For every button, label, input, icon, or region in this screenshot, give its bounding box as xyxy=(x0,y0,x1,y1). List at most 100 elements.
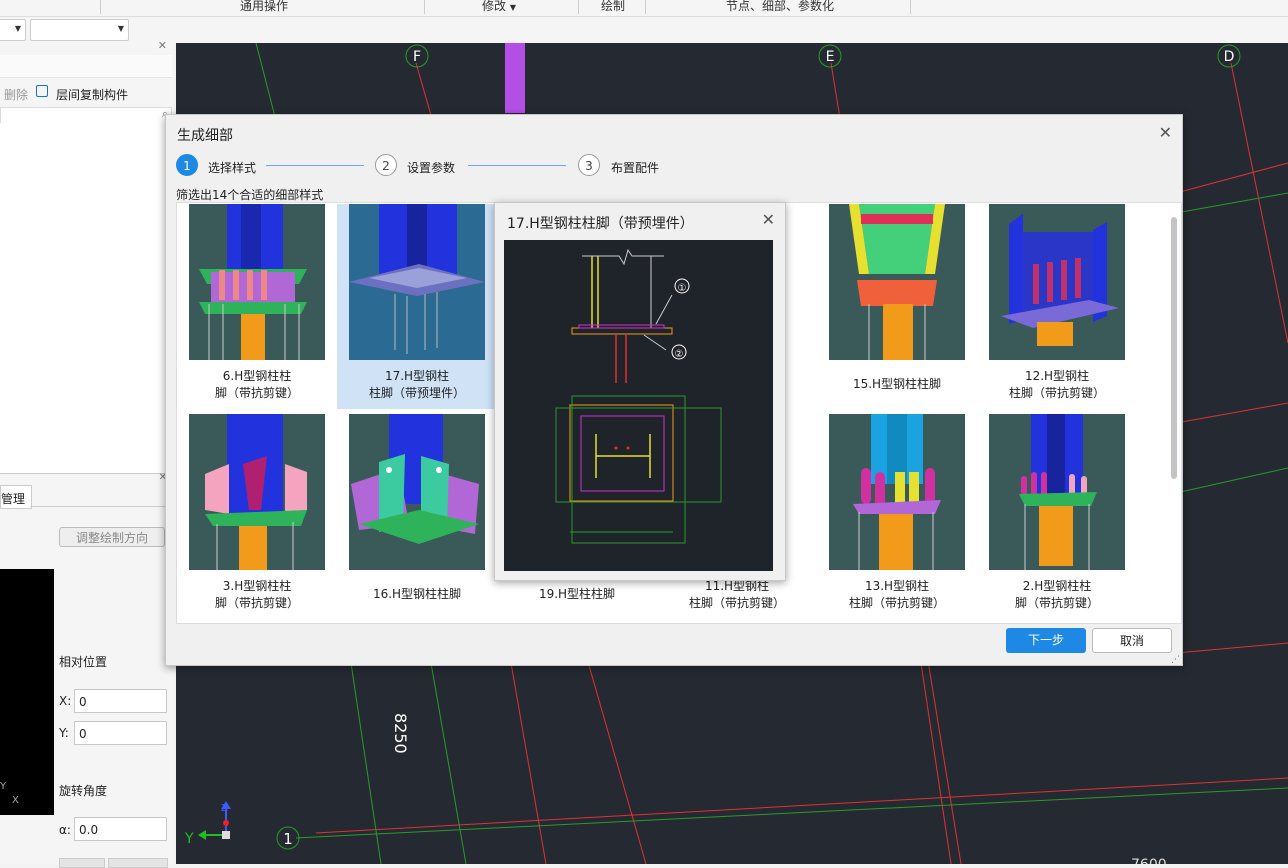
property-combo-row: ▼ ▼ xyxy=(0,17,1288,43)
ribbon-group-modify[interactable]: 修改 ▼ xyxy=(482,0,516,14)
style-card-label: 11.H型钢柱 柱脚（带抗剪键） xyxy=(657,578,817,612)
close-icon[interactable]: ✕ xyxy=(1159,123,1172,142)
style-card-line1: 16.H型钢柱柱脚 xyxy=(372,587,462,601)
type-select[interactable]: ▼ xyxy=(30,19,129,41)
style-card-label: 13.H型钢柱 柱脚（带抗剪键） xyxy=(817,578,977,612)
style-card[interactable]: 12.H型钢柱 柱脚（带抗剪键） xyxy=(977,204,1137,409)
style-card-label: 3.H型钢柱柱 脚（带抗剪键） xyxy=(177,578,337,612)
relative-position-label: 相对位置 xyxy=(59,655,108,669)
rotate-preset-button[interactable] xyxy=(108,858,168,868)
preview-canvas: Y X xyxy=(0,569,54,815)
step-2-label: 设置参数 xyxy=(407,161,456,175)
left-panel: ✕ 删除 层间复制构件 ⌕ ✕ 管理 调整绘制方向 Y X 相对位置 X: 0 … xyxy=(0,39,174,868)
panel-subheader xyxy=(0,55,172,78)
component-tree[interactable] xyxy=(0,123,172,473)
y-axis-label: Y xyxy=(184,831,194,847)
x-axis-mini: X xyxy=(12,795,19,806)
style-card-line2: 脚（带抗剪键） xyxy=(1014,596,1099,610)
x-label: X: xyxy=(59,694,72,708)
style-card-line1: 6.H型钢柱柱 xyxy=(222,369,292,383)
style-card-label: 16.H型钢柱柱脚 xyxy=(337,586,497,603)
axis-label-1: 1 xyxy=(283,830,293,848)
style-thumbnail xyxy=(829,204,965,360)
style-card-label: 19.H型柱柱脚 xyxy=(497,586,657,603)
style-thumbnail xyxy=(189,414,325,570)
y-axis-mini: Y xyxy=(0,781,7,792)
chevron-down-icon: ▼ xyxy=(117,24,124,33)
ribbon-group-bar: 通用操作 修改 ▼ 绘制 节点、细部、参数化 xyxy=(0,0,1288,17)
style-thumbnail xyxy=(989,204,1125,360)
rotate-preset-button[interactable] xyxy=(59,858,105,868)
step-connector xyxy=(468,165,566,166)
style-card-line1: 12.H型钢柱 xyxy=(1024,369,1090,383)
style-card-label: 2.H型钢柱柱 脚（带抗剪键） xyxy=(977,578,1137,612)
z-axis-label: Z xyxy=(221,803,228,814)
tab-label: 管理 xyxy=(1,492,26,506)
rotation-label: 旋转角度 xyxy=(59,784,108,798)
style-card-label: 6.H型钢柱柱 脚（带抗剪键） xyxy=(177,368,337,402)
step-3-label: 布置配件 xyxy=(611,161,660,175)
style-card-label: 15.H型钢柱柱脚 xyxy=(817,376,977,393)
separator xyxy=(578,0,579,14)
step-1-label: 选择样式 xyxy=(208,161,257,175)
y-input[interactable]: 0 xyxy=(74,721,167,745)
floor-select[interactable]: ▼ xyxy=(0,19,26,41)
preview-drawing: ① ② xyxy=(504,240,773,571)
style-card-line2: 脚（带抗剪键） xyxy=(214,386,299,400)
cancel-button[interactable]: 取消 xyxy=(1092,628,1172,653)
style-card-line2: 柱脚（带抗剪键） xyxy=(848,596,945,610)
ucs-icon: Y Z xyxy=(184,801,231,847)
ribbon-group-draw[interactable]: 绘制 xyxy=(601,0,625,14)
copy-floor-button[interactable]: 层间复制构件 xyxy=(56,86,128,103)
style-card-line2: 柱脚（带抗剪键） xyxy=(688,596,785,610)
ribbon-group-details[interactable]: 节点、细部、参数化 xyxy=(726,0,834,14)
style-card-selected[interactable]: 17.H型钢柱 柱脚（带预埋件） xyxy=(337,204,497,409)
resize-grip-icon[interactable]: ⋰ xyxy=(1171,655,1180,665)
chevron-down-icon: ▼ xyxy=(509,3,516,12)
y-label: Y: xyxy=(59,726,69,740)
tab-management[interactable]: 管理 xyxy=(0,485,32,509)
style-thumbnail xyxy=(349,414,485,570)
axis-label-e: E xyxy=(826,49,835,65)
step-1-circle: 1 xyxy=(176,154,198,176)
style-card-line1: 3.H型钢柱柱 xyxy=(222,579,292,593)
close-icon[interactable]: ✕ xyxy=(158,39,167,52)
style-thumbnail xyxy=(989,414,1125,570)
alpha-label: α: xyxy=(59,823,71,837)
style-card[interactable]: 3.H型钢柱柱 脚（带抗剪键） xyxy=(177,414,337,619)
panel-divider: ✕ xyxy=(0,472,172,484)
alpha-input[interactable]: 0.0 xyxy=(74,817,167,841)
style-card[interactable]: 16.H型钢柱柱脚 xyxy=(337,414,497,619)
style-card[interactable]: 6.H型钢柱柱 脚（带抗剪键） xyxy=(177,204,337,409)
close-icon[interactable]: ✕ xyxy=(762,210,775,229)
style-card-line2: 柱脚（带预埋件） xyxy=(368,386,465,400)
gallery-scrollbar[interactable] xyxy=(1171,217,1177,479)
separator xyxy=(424,0,425,14)
x-input[interactable]: 0 xyxy=(74,689,167,713)
step-connector xyxy=(266,165,364,166)
axis-label-f: F xyxy=(413,49,421,65)
ribbon-group-modify-label: 修改 xyxy=(482,0,507,13)
style-card[interactable]: 13.H型钢柱 柱脚（带抗剪键） xyxy=(817,414,977,619)
step-2-circle: 2 xyxy=(375,154,397,176)
style-thumbnail xyxy=(189,204,325,360)
style-card-label: 12.H型钢柱 柱脚（带抗剪键） xyxy=(977,368,1137,402)
style-card[interactable]: 15.H型钢柱柱脚 xyxy=(817,204,977,409)
marker-1: ① xyxy=(678,283,687,294)
style-card[interactable]: 2.H型钢柱柱 脚（带抗剪键） xyxy=(977,414,1137,619)
ribbon-group-general[interactable]: 通用操作 xyxy=(240,0,288,14)
marker-2: ② xyxy=(675,349,684,360)
style-card-line1: 2.H型钢柱柱 xyxy=(1022,579,1092,593)
filter-result-text: 筛选出14个合适的细部样式 xyxy=(176,188,324,202)
next-button[interactable]: 下一步 xyxy=(1006,628,1086,653)
style-card-label: 17.H型钢柱 柱脚（带预埋件） xyxy=(337,368,497,402)
style-thumbnail xyxy=(349,204,485,360)
copy-icon xyxy=(36,85,48,97)
dimension-7600: 7600 xyxy=(1131,857,1167,864)
style-thumbnail xyxy=(829,414,965,570)
preview-title: 17.H型钢柱柱脚（带预埋件） xyxy=(507,216,694,232)
adjust-direction-button[interactable]: 调整绘制方向 xyxy=(59,527,165,547)
delete-button[interactable]: 删除 xyxy=(4,86,28,103)
step-3-circle: 3 xyxy=(578,154,600,176)
style-card-line1: 15.H型钢柱柱脚 xyxy=(852,377,942,391)
